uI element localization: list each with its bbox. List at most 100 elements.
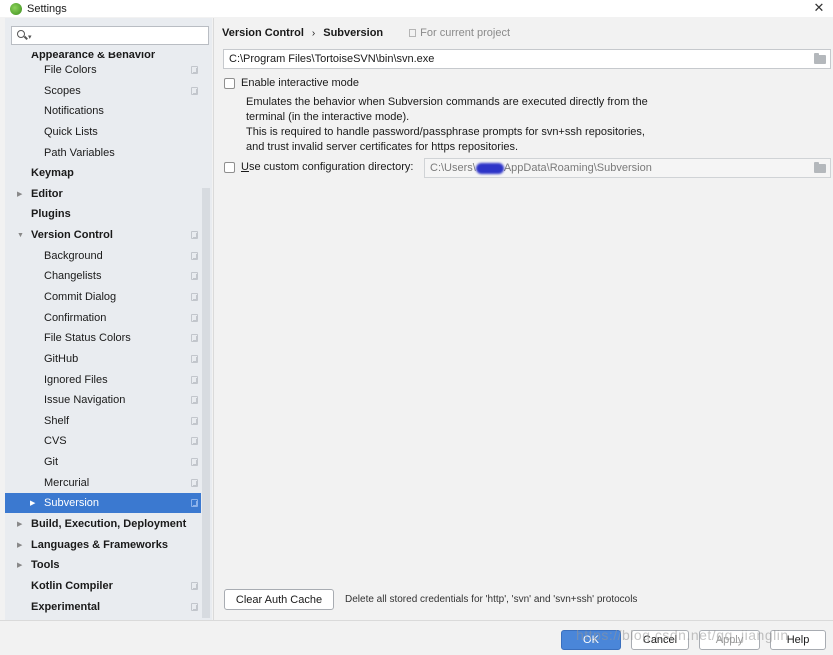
collapsed-arrow-icon[interactable]: ▶ [17,561,22,569]
sidebar-item-label: CVS [44,435,67,447]
project-page-icon [191,272,198,280]
watermark: https://blog.csdn.net/qq_jianglin [576,627,789,643]
project-page-icon [191,582,198,590]
svn-executable-field[interactable]: C:\Program Files\TortoiseSVN\bin\svn.exe [223,49,831,69]
custom-config-label[interactable]: Use custom configuration directory: [241,161,413,173]
sidebar-item-label: File Colors [44,64,97,76]
sidebar-item-label: Path Variables [44,147,115,159]
description-line: terminal (in the interactive mode). [246,111,410,123]
app-logo-icon [10,2,22,15]
collapsed-arrow-icon[interactable]: ▶ [30,499,35,507]
sidebar-item[interactable]: Git [5,452,201,472]
config-directory-field[interactable]: C:\Users\ AppData\Roaming\Subversion [424,158,831,178]
scope-text: For current project [420,27,511,39]
custom-config-checkbox[interactable] [224,161,235,173]
sidebar-item-label: Changelists [44,270,102,282]
interactive-mode-checkbox[interactable] [224,77,235,89]
sidebar-item[interactable]: Shelf [5,411,201,431]
scope-label: For current project [409,27,510,39]
sidebar-item-label: Build, Execution, Deployment [31,518,187,530]
custom-config-row[interactable]: Use custom configuration directory: [224,161,413,173]
description-line: and trust invalid server certificates fo… [246,141,519,153]
sidebar-item[interactable]: File Colors [5,60,201,80]
interactive-mode-label[interactable]: Enable interactive mode [241,77,359,89]
sidebar-item[interactable]: Confirmation [5,308,201,328]
close-icon[interactable]: ✕ [811,0,827,17]
sidebar-item[interactable]: File Status Colors [5,328,201,348]
sidebar-item[interactable]: Experimental [5,597,201,617]
svn-executable-value: C:\Program Files\TortoiseSVN\bin\svn.exe [229,53,435,65]
project-page-icon [191,231,198,239]
breadcrumb-separator: › [311,27,316,39]
sidebar-item[interactable]: CVS [5,431,201,451]
project-scope-icon [409,29,417,37]
custom-config-mnemonic: U [241,161,249,173]
sidebar-item-label: Ignored Files [44,374,108,386]
sidebar-item[interactable]: Background [5,246,201,266]
project-page-icon [191,252,198,260]
sidebar-item[interactable]: Keymap [5,163,201,183]
sidebar-item[interactable]: Notifications [5,101,201,121]
sidebar-item-label: Kotlin Compiler [31,580,113,592]
sidebar-item-label: Languages & Frameworks [31,539,168,551]
project-page-icon [191,437,198,445]
sidebar-item-label: Issue Navigation [44,394,126,406]
collapsed-arrow-icon[interactable]: ▶ [17,541,22,549]
sidebar-item[interactable]: Plugins [5,204,201,224]
sidebar-scrollbar[interactable] [202,188,210,618]
sidebar-item-label: Experimental [31,601,101,613]
sidebar-item-label: Confirmation [44,312,107,324]
config-path-prefix: C:\Users\ [430,162,476,174]
sidebar-item[interactable]: ▶ Languages & Frameworks [5,535,201,555]
project-page-icon [191,603,198,611]
search-input[interactable]: ▾ [11,26,209,45]
sidebar-item[interactable]: Issue Navigation [5,390,201,410]
settings-tree: Appearance & Behavior File Colors Scopes No… [5,52,201,620]
folder-icon[interactable] [814,162,826,173]
custom-config-label-text: se custom configuration directory: [248,161,414,173]
breadcrumb-parent[interactable]: Version Control [222,27,304,39]
sidebar-item-label: Quick Lists [44,126,98,138]
sidebar-item-label: Scopes [44,85,81,97]
sidebar-item[interactable]: Kotlin Compiler [5,576,201,596]
dialog-footer: OK Cancel Apply Help https://blog.csdn.n… [0,620,833,655]
sidebar-item[interactable]: ▶ Build, Execution, Deployment [5,514,201,534]
search-icon [16,29,30,43]
folder-icon[interactable] [814,53,826,64]
clear-auth-cache-note: Delete all stored credentials for 'http'… [345,594,638,605]
sidebar-item[interactable]: GitHub [5,349,201,369]
settings-content: Version Control › Subversion For current… [213,18,833,620]
sidebar-item[interactable]: ▶ Editor [5,184,201,204]
sidebar-item[interactable]: ▼ Version Control [5,225,201,245]
collapsed-arrow-icon[interactable]: ▶ [17,190,22,198]
project-page-icon [191,87,198,95]
interactive-mode-row[interactable]: Enable interactive mode [224,77,359,89]
description-line: Emulates the behavior when Subversion co… [246,96,648,108]
clear-auth-cache-button[interactable]: Clear Auth Cache [224,589,334,610]
sidebar-item[interactable]: Commit Dialog [5,287,201,307]
sidebar-item-label: Subversion [44,497,100,509]
sidebar-item-label: File Status Colors [44,332,131,344]
sidebar-item[interactable]: Mercurial [5,473,201,493]
sidebar-item-label: Notifications [44,105,104,117]
settings-sidebar: ▾ Appearance & Behavior File Colors Scopes… [5,18,212,620]
expanded-arrow-icon[interactable]: ▼ [17,232,24,239]
sidebar-item[interactable]: Scopes [5,81,201,101]
sidebar-item[interactable]: Ignored Files [5,370,201,390]
sidebar-item-label: Shelf [44,415,70,427]
sidebar-item-label: GitHub [44,353,79,365]
project-page-icon [191,479,198,487]
config-path-suffix: AppData\Roaming\Subversion [503,162,652,174]
sidebar-item-label: Git [44,456,59,468]
sidebar-item[interactable]: ▶ Subversion [5,493,201,513]
interactive-mode-description: Emulates the behavior when Subversion co… [246,95,648,155]
sidebar-item[interactable]: Quick Lists [5,122,201,142]
collapsed-arrow-icon[interactable]: ▶ [17,520,22,528]
window-titlebar: Settings ✕ [0,0,833,17]
sidebar-item[interactable]: ▶ Tools [5,555,201,575]
project-page-icon [191,376,198,384]
sidebar-item[interactable]: Changelists [5,266,201,286]
sidebar-item[interactable]: Path Variables [5,143,201,163]
project-page-icon [191,396,198,404]
sidebar-item-label: Commit Dialog [44,291,117,303]
